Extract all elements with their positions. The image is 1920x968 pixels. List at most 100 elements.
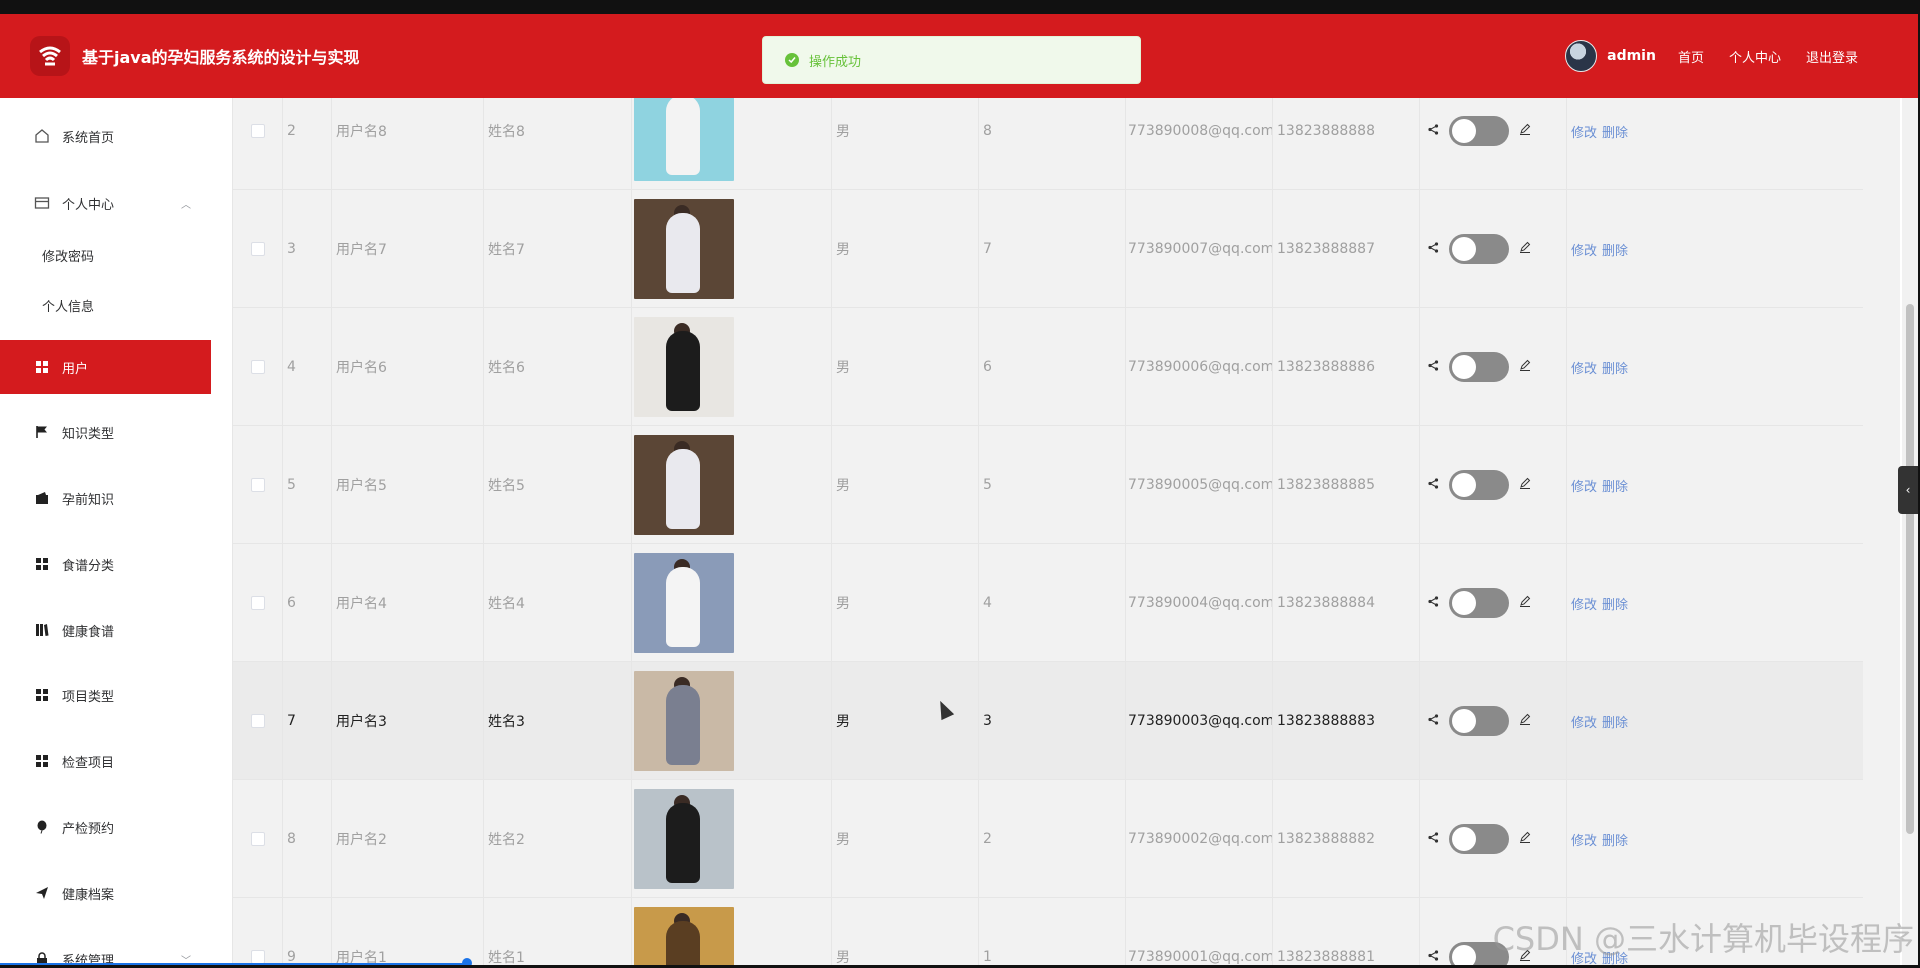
sidebar-item-health-records[interactable]: 健康档案 bbox=[0, 866, 211, 920]
edit-pen-icon[interactable] bbox=[1519, 595, 1531, 611]
sidebar-item-check-items[interactable]: 检查项目 bbox=[0, 734, 211, 788]
delete-link[interactable]: 删除 bbox=[1602, 712, 1628, 731]
table-row[interactable]: 5 用户名5 姓名5 男 5 773890005@qq.com 13823888… bbox=[233, 426, 1863, 544]
delete-link[interactable]: 删除 bbox=[1602, 122, 1628, 141]
status-toggle[interactable] bbox=[1449, 824, 1509, 854]
name-cell: 姓名2 bbox=[484, 780, 632, 898]
row-checkbox[interactable] bbox=[250, 124, 265, 138]
edit-pen-icon[interactable] bbox=[1519, 359, 1531, 375]
photo-cell bbox=[632, 544, 832, 662]
edit-link[interactable]: 修改 bbox=[1571, 240, 1597, 259]
age-cell: 8 bbox=[979, 98, 1126, 190]
status-toggle[interactable] bbox=[1449, 352, 1509, 382]
user-photo[interactable] bbox=[634, 199, 734, 299]
table-row[interactable]: 6 用户名4 姓名4 男 4 773890004@qq.com 13823888… bbox=[233, 544, 1863, 662]
status-toggle[interactable] bbox=[1449, 706, 1509, 736]
table-row[interactable]: 8 用户名2 姓名2 男 2 773890002@qq.com 13823888… bbox=[233, 780, 1863, 898]
sidebar-item-project-type[interactable]: 项目类型 bbox=[0, 668, 211, 722]
phone-cell: 13823888887 bbox=[1273, 190, 1420, 308]
email-cell: 773890006@qq.com bbox=[1126, 308, 1273, 426]
table-row[interactable]: 4 用户名6 姓名6 男 6 773890006@qq.com 13823888… bbox=[233, 308, 1863, 426]
share-icon[interactable] bbox=[1428, 949, 1439, 965]
edit-pen-icon[interactable] bbox=[1519, 831, 1531, 847]
sidebar-item-knowledge-type[interactable]: 知识类型 bbox=[0, 405, 211, 459]
share-icon[interactable] bbox=[1428, 595, 1439, 611]
app-title: 基于java的孕妇服务系统的设计与实现 bbox=[82, 48, 360, 67]
edit-pen-icon[interactable] bbox=[1519, 713, 1531, 729]
share-icon[interactable] bbox=[1428, 713, 1439, 729]
row-checkbox[interactable] bbox=[250, 950, 265, 964]
nav-logout-link[interactable]: 退出登录 bbox=[1806, 47, 1858, 66]
share-icon[interactable] bbox=[1428, 123, 1439, 139]
user-photo[interactable] bbox=[634, 98, 734, 181]
share-icon[interactable] bbox=[1428, 477, 1439, 493]
side-panel-toggle[interactable]: ‹ bbox=[1898, 466, 1918, 514]
row-checkbox[interactable] bbox=[250, 596, 265, 610]
edit-link[interactable]: 修改 bbox=[1571, 358, 1597, 377]
edit-pen-icon[interactable] bbox=[1519, 477, 1531, 493]
sidebar-item-home[interactable]: 系统首页 bbox=[0, 109, 211, 163]
user-photo[interactable] bbox=[634, 789, 734, 889]
table-row[interactable]: 7 用户名3 姓名3 男 3 773890003@qq.com 13823888… bbox=[233, 662, 1863, 780]
delete-link[interactable]: 删除 bbox=[1602, 594, 1628, 613]
grid-icon bbox=[34, 359, 50, 375]
edit-link[interactable]: 修改 bbox=[1571, 476, 1597, 495]
sidebar-subitem-personal-info[interactable]: 个人信息 bbox=[0, 280, 211, 330]
row-checkbox[interactable] bbox=[250, 832, 265, 846]
user-photo[interactable] bbox=[634, 553, 734, 653]
sidebar-item-healthy-recipes[interactable]: 健康食谱 bbox=[0, 603, 211, 657]
user-photo[interactable] bbox=[634, 671, 734, 771]
main-content: 2 用户名8 姓名8 男 8 773890008@qq.com 13823888… bbox=[232, 98, 1900, 968]
delete-link[interactable]: 删除 bbox=[1602, 358, 1628, 377]
user-photo[interactable] bbox=[634, 317, 734, 417]
sidebar-item-recipe-category[interactable]: 食谱分类 bbox=[0, 537, 211, 591]
edit-pen-icon[interactable] bbox=[1519, 123, 1531, 139]
edit-link[interactable]: 修改 bbox=[1571, 594, 1597, 613]
row-index: 4 bbox=[283, 308, 332, 426]
user-photo[interactable] bbox=[634, 907, 734, 968]
share-icon[interactable] bbox=[1428, 359, 1439, 375]
sidebar-item-prepregnancy-knowledge[interactable]: 孕前知识 bbox=[0, 471, 211, 525]
share-icon[interactable] bbox=[1428, 241, 1439, 257]
edit-link[interactable]: 修改 bbox=[1571, 830, 1597, 849]
nav-home-link[interactable]: 首页 bbox=[1678, 47, 1704, 66]
sidebar: 系统首页 个人中心 ︿ 修改密码 个人信息 用户 知识类型 孕前知识 食谱分类 … bbox=[0, 98, 232, 968]
row-checkbox[interactable] bbox=[250, 242, 265, 256]
status-toggle[interactable] bbox=[1449, 588, 1509, 618]
table-row[interactable]: 2 用户名8 姓名8 男 8 773890008@qq.com 13823888… bbox=[233, 98, 1863, 190]
gender-cell: 男 bbox=[832, 662, 979, 780]
age-cell: 4 bbox=[979, 544, 1126, 662]
delete-link[interactable]: 删除 bbox=[1602, 240, 1628, 259]
sidebar-item-prenatal-appointment[interactable]: 产检预约 bbox=[0, 800, 211, 854]
name-cell: 姓名5 bbox=[484, 426, 632, 544]
scrollbar-thumb[interactable] bbox=[1906, 304, 1914, 834]
photo-cell bbox=[632, 190, 832, 308]
sidebar-subitem-label: 修改密码 bbox=[42, 249, 95, 265]
row-checkbox[interactable] bbox=[250, 360, 265, 374]
row-checkbox-cell bbox=[233, 544, 283, 662]
home-icon bbox=[34, 128, 50, 144]
controls-cell bbox=[1420, 544, 1567, 662]
name-cell: 姓名8 bbox=[484, 98, 632, 190]
user-photo[interactable] bbox=[634, 435, 734, 535]
row-checkbox[interactable] bbox=[250, 714, 265, 728]
delete-link[interactable]: 删除 bbox=[1602, 476, 1628, 495]
name-cell: 姓名6 bbox=[484, 308, 632, 426]
share-icon[interactable] bbox=[1428, 831, 1439, 847]
status-toggle[interactable] bbox=[1449, 470, 1509, 500]
delete-link[interactable]: 删除 bbox=[1602, 830, 1628, 849]
sidebar-item-users[interactable]: 用户 bbox=[0, 340, 211, 394]
avatar[interactable] bbox=[1565, 40, 1598, 72]
edit-link[interactable]: 修改 bbox=[1571, 712, 1597, 731]
vertical-scrollbar[interactable] bbox=[1902, 98, 1918, 968]
status-toggle[interactable] bbox=[1449, 234, 1509, 264]
edit-pen-icon[interactable] bbox=[1519, 241, 1531, 257]
sidebar-subitem-change-password[interactable]: 修改密码 bbox=[0, 230, 211, 280]
status-toggle[interactable] bbox=[1449, 116, 1509, 146]
gender-cell: 男 bbox=[832, 98, 979, 190]
row-checkbox[interactable] bbox=[250, 478, 265, 492]
nav-profile-link[interactable]: 个人中心 bbox=[1729, 47, 1781, 66]
table-row[interactable]: 3 用户名7 姓名7 男 7 773890007@qq.com 13823888… bbox=[233, 190, 1863, 308]
sidebar-item-personal-center[interactable]: 个人中心 ︿ bbox=[0, 176, 211, 230]
edit-link[interactable]: 修改 bbox=[1571, 122, 1597, 141]
